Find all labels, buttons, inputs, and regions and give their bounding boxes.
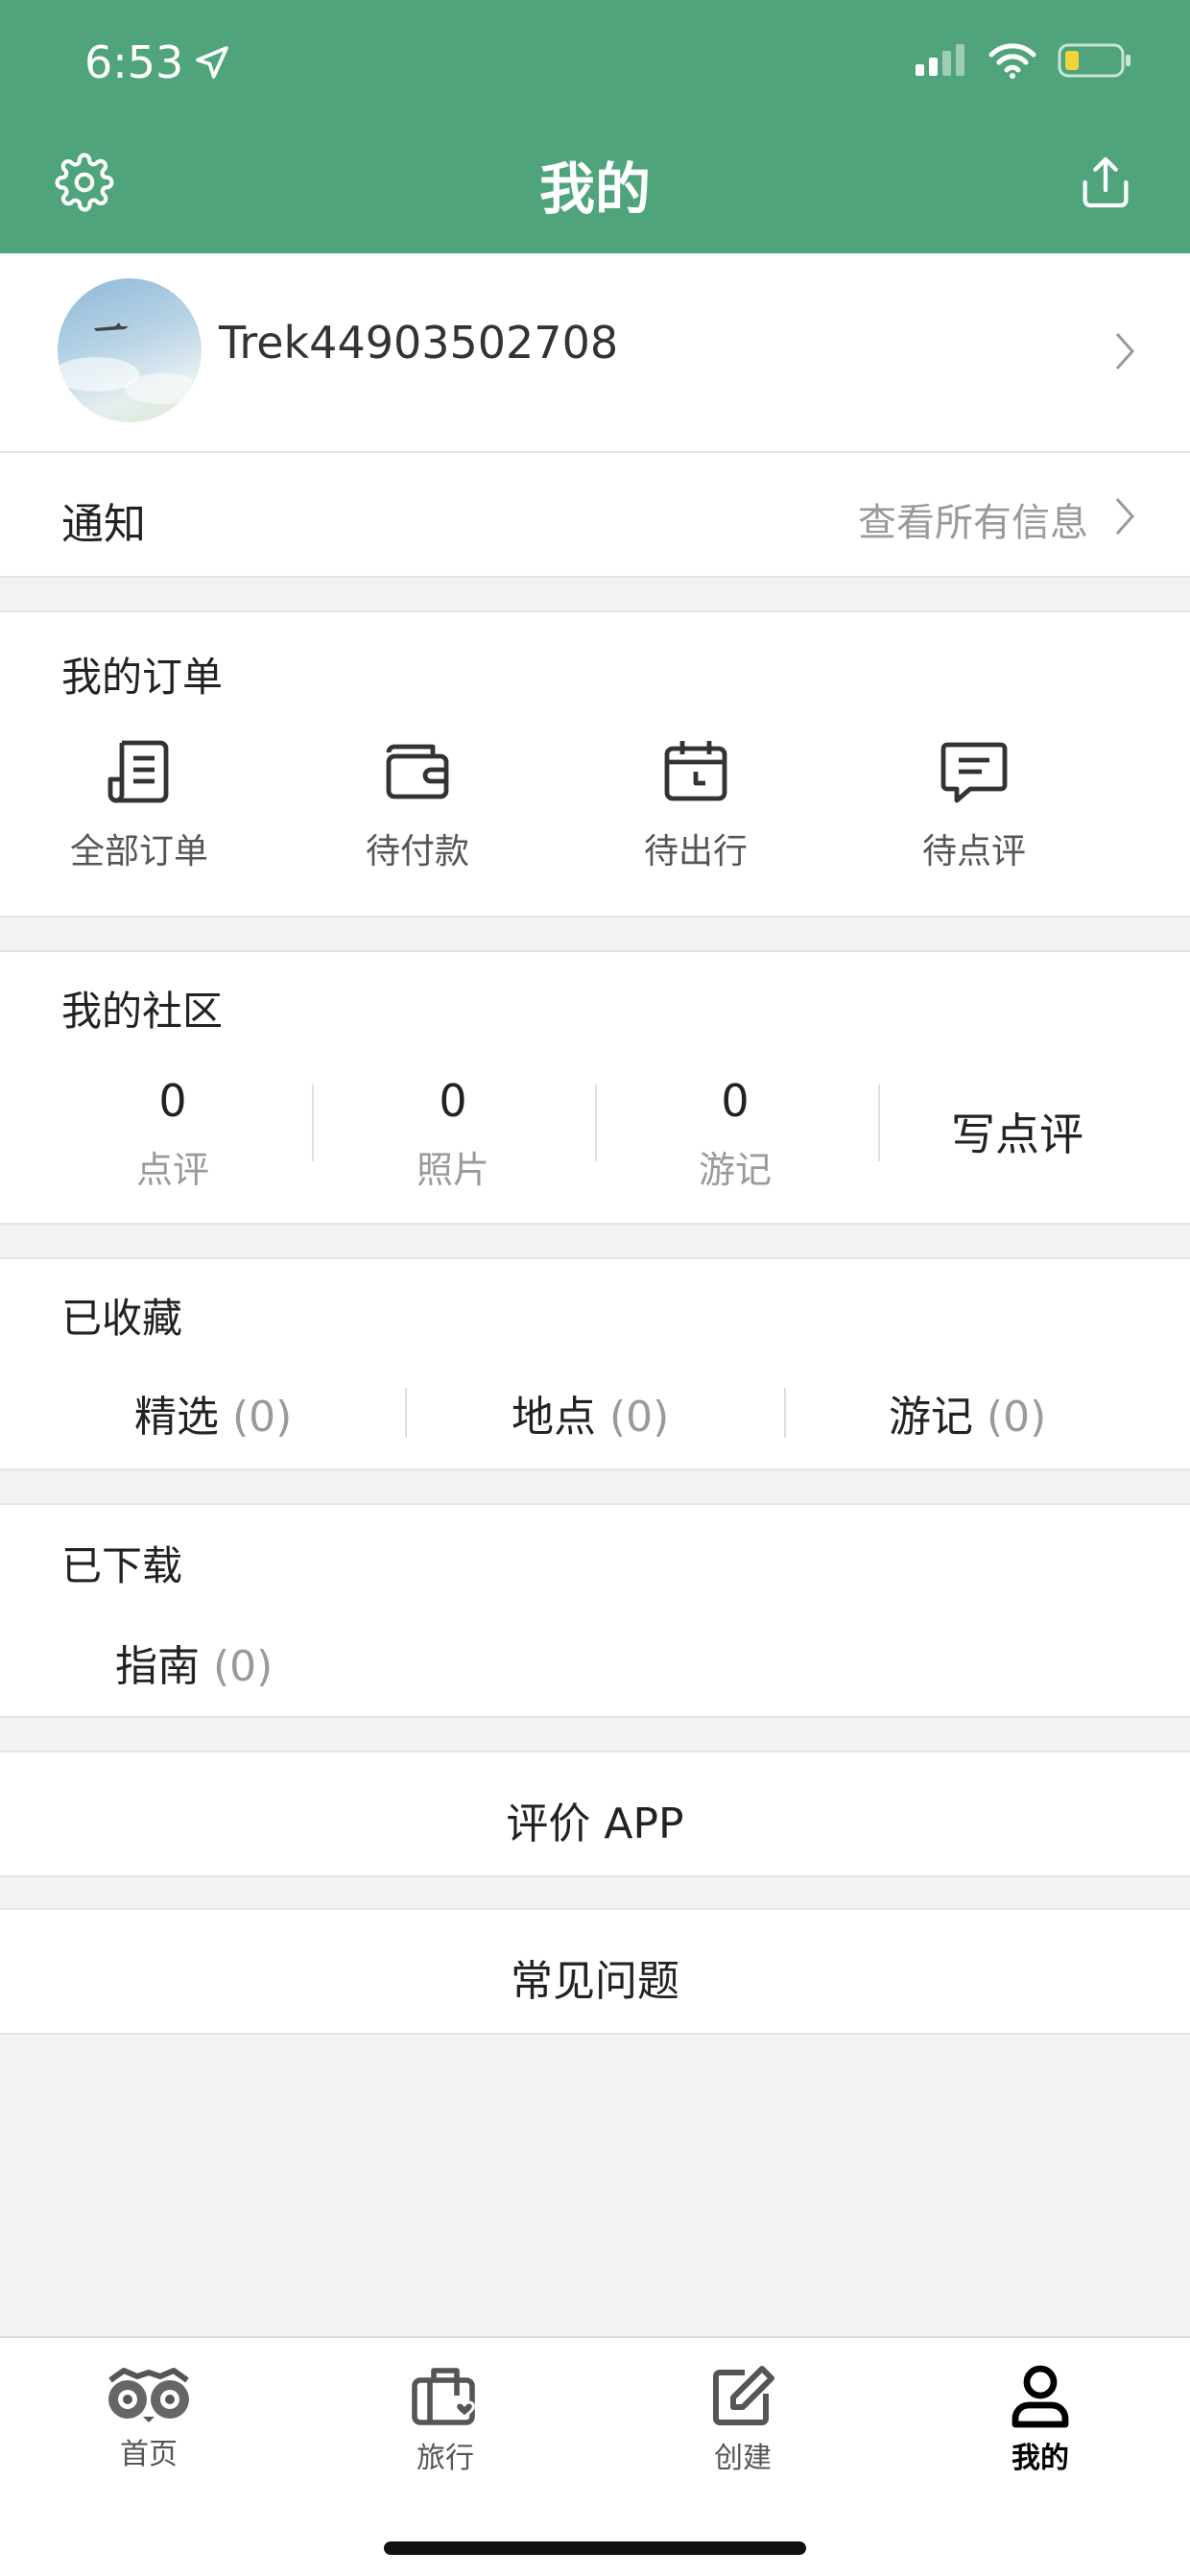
divider bbox=[595, 1085, 597, 1161]
community-title: 我的社区 bbox=[61, 988, 224, 1035]
divider bbox=[405, 1388, 407, 1438]
cellular-signal-icon bbox=[916, 44, 964, 76]
orders-grid: 全部订单 待付款 待出行 待点评 bbox=[0, 737, 1190, 873]
tab-me-label: 我的 bbox=[1012, 2442, 1069, 2475]
saved-journals-label: 游记 bbox=[889, 1393, 973, 1442]
pending-review-button[interactable]: 待点评 bbox=[835, 737, 1113, 873]
location-arrow-icon bbox=[196, 46, 229, 79]
trip-journals-count: 0 bbox=[721, 1075, 750, 1127]
profile-row[interactable]: Trek44903502708 bbox=[0, 253, 1190, 453]
tab-home-label: 首页 bbox=[120, 2438, 178, 2471]
faq-row[interactable]: 常见问题 bbox=[0, 1908, 1190, 2035]
reviews-label: 点评 bbox=[135, 1149, 209, 1191]
header-bar: 6:53 我的 bbox=[0, 0, 1190, 253]
tab-trips-label: 旅行 bbox=[416, 2442, 474, 2475]
document-list-icon bbox=[107, 740, 169, 803]
owl-eyes-icon bbox=[108, 2368, 189, 2422]
order-label: 全部订单 bbox=[69, 832, 208, 871]
pending-payment-button[interactable]: 待付款 bbox=[278, 737, 557, 873]
saved-places-button[interactable]: 地点 (0) bbox=[512, 1382, 669, 1443]
status-time-text: 6:53 bbox=[84, 36, 184, 88]
tab-bar: 首页 旅行 创建 我的 bbox=[0, 2336, 1190, 2576]
divider bbox=[878, 1085, 880, 1161]
orders-title: 我的订单 bbox=[61, 654, 224, 701]
suitcase-heart-icon bbox=[412, 2368, 475, 2425]
status-time: 6:53 bbox=[84, 36, 231, 88]
view-all-messages-link[interactable]: 查看所有信息 bbox=[858, 491, 1088, 547]
saved-journals-button[interactable]: 游记 (0) bbox=[889, 1382, 1046, 1443]
write-review-button[interactable]: 写点评 bbox=[921, 1100, 1113, 1163]
notifications-row[interactable]: 通知 查看所有信息 bbox=[0, 453, 1190, 578]
community-stats: 0 点评 0 照片 0 游记 写点评 bbox=[0, 1075, 1190, 1209]
all-orders-button[interactable]: 全部订单 bbox=[0, 737, 278, 873]
saved-featured-label: 精选 bbox=[134, 1393, 219, 1442]
downloaded-section: 已下载 指南 (0) bbox=[0, 1503, 1190, 1718]
tab-create[interactable]: 创建 bbox=[647, 2365, 839, 2476]
trip-journals-stat[interactable]: 0 游记 bbox=[639, 1075, 831, 1193]
airplane-image bbox=[58, 322, 202, 404]
username: Trek44903502708 bbox=[219, 317, 619, 369]
trip-journals-label: 游记 bbox=[698, 1149, 772, 1191]
photos-count: 0 bbox=[439, 1075, 467, 1127]
rate-app-row[interactable]: 评价 APP bbox=[0, 1751, 1190, 1877]
saved-title: 已收藏 bbox=[61, 1295, 183, 1342]
saved-journals-count: (0) bbox=[987, 1393, 1047, 1442]
battery-icon bbox=[1058, 43, 1130, 78]
chat-bubble-icon bbox=[940, 742, 1008, 803]
edit-icon bbox=[713, 2366, 774, 2425]
saved-places-count: (0) bbox=[609, 1393, 670, 1442]
wifi-icon bbox=[988, 43, 1036, 79]
downloaded-guides-button[interactable]: 指南 (0) bbox=[115, 1632, 273, 1693]
tab-me[interactable]: 我的 bbox=[944, 2365, 1136, 2476]
downloaded-title: 已下载 bbox=[61, 1542, 183, 1589]
rate-app-label: 评价 APP bbox=[506, 1800, 684, 1849]
my-community-section: 我的社区 0 点评 0 照片 0 游记 写点评 bbox=[0, 950, 1190, 1225]
share-button[interactable] bbox=[1067, 144, 1144, 221]
downloaded-guides-count: (0) bbox=[213, 1642, 274, 1691]
home-indicator[interactable] bbox=[384, 2541, 806, 2555]
reviews-count: 0 bbox=[158, 1075, 187, 1127]
divider bbox=[784, 1388, 786, 1438]
order-label: 待付款 bbox=[365, 832, 469, 871]
faq-label: 常见问题 bbox=[511, 1957, 679, 2006]
calendar-icon bbox=[664, 741, 727, 801]
tab-create-label: 创建 bbox=[714, 2442, 772, 2475]
photos-stat[interactable]: 0 照片 bbox=[357, 1075, 549, 1193]
saved-section: 已收藏 精选 (0) 地点 (0) 游记 (0) bbox=[0, 1257, 1190, 1470]
saved-places-label: 地点 bbox=[512, 1393, 596, 1442]
saved-featured-button[interactable]: 精选 (0) bbox=[134, 1382, 292, 1443]
chevron-right-icon bbox=[1115, 333, 1135, 370]
person-icon bbox=[1012, 2365, 1069, 2428]
downloaded-guides-label: 指南 bbox=[115, 1642, 200, 1691]
upcoming-trips-button[interactable]: 待出行 bbox=[557, 737, 835, 873]
my-orders-section: 我的订单 全部订单 待付款 待出行 待点评 bbox=[0, 610, 1190, 918]
wallet-icon bbox=[386, 744, 449, 799]
notifications-label: 通知 bbox=[61, 500, 146, 549]
status-icons bbox=[914, 42, 1132, 79]
order-label: 待出行 bbox=[643, 832, 748, 871]
order-label: 待点评 bbox=[921, 832, 1026, 871]
chevron-right-icon bbox=[1115, 498, 1135, 535]
photos-label: 照片 bbox=[416, 1149, 489, 1191]
saved-featured-count: (0) bbox=[232, 1393, 293, 1442]
tab-trips[interactable]: 旅行 bbox=[349, 2365, 541, 2476]
divider bbox=[312, 1085, 314, 1161]
avatar[interactable] bbox=[58, 278, 202, 422]
page-title: 我的 bbox=[538, 156, 651, 222]
reviews-stat[interactable]: 0 点评 bbox=[77, 1075, 269, 1193]
tab-home[interactable]: 首页 bbox=[53, 2365, 245, 2472]
share-icon bbox=[1083, 156, 1129, 208]
